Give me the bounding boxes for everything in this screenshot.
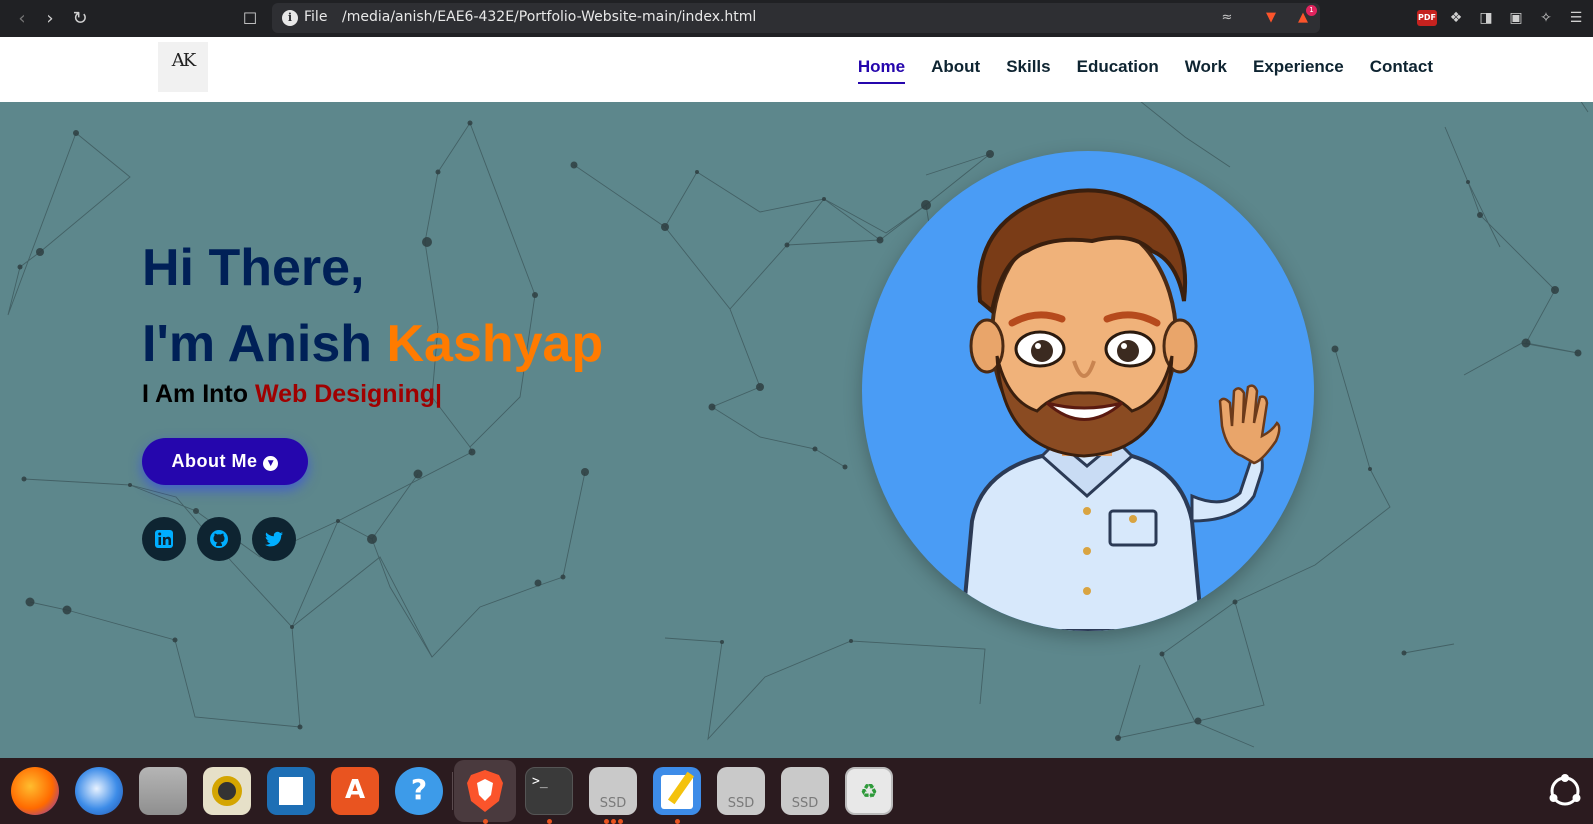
browser-toolbar: ‹ › ↻ ☐ i File /media/anish/EAE6-432E/Po… xyxy=(0,0,1593,37)
nav-menu: Home About Skills Education Work Experie… xyxy=(857,57,1433,84)
nav-link-home[interactable]: Home xyxy=(857,57,906,84)
info-icon[interactable]: i xyxy=(282,10,298,26)
about-me-label: About Me xyxy=(171,451,258,471)
address-bar[interactable]: i File /media/anish/EAE6-432E/Portfolio-… xyxy=(272,3,1320,33)
arrow-down-circle-icon: ▼ xyxy=(263,456,279,471)
logo-text: AK xyxy=(171,50,196,71)
github-button[interactable] xyxy=(197,517,241,561)
nav-link-skills[interactable]: Skills xyxy=(1006,57,1050,84)
linkedin-button[interactable] xyxy=(142,517,186,561)
hero-name: I'm Anish Kashyap xyxy=(142,306,603,382)
rhythmbox-icon[interactable] xyxy=(203,767,251,815)
nav-link-education[interactable]: Education xyxy=(1077,57,1159,84)
hero-name-prefix: I'm Anish xyxy=(142,315,387,373)
ssd-drive-icon[interactable]: SSD xyxy=(781,767,829,815)
bookmark-icon[interactable]: ☐ xyxy=(238,7,262,31)
hero-name-accent: Kashyap xyxy=(386,315,604,373)
hero-greeting: Hi There, xyxy=(142,239,365,297)
pdf-extension-icon[interactable]: PDF xyxy=(1417,10,1437,26)
nav-link-about[interactable]: About xyxy=(931,57,980,84)
site-navbar: AK Home About Skills Education Work Expe… xyxy=(0,37,1593,102)
help-icon[interactable]: ? xyxy=(395,767,443,815)
text-editor-icon[interactable] xyxy=(653,767,701,815)
running-indicator xyxy=(611,819,616,824)
reader-mode-icon[interactable]: ≈ xyxy=(1218,9,1236,27)
reload-icon[interactable]: ↻ xyxy=(68,7,92,31)
portfolio-page: AK Home About Skills Education Work Expe… xyxy=(0,37,1593,758)
leo-ai-icon[interactable]: ✧ xyxy=(1536,8,1556,28)
typed-text: Web Designing| xyxy=(254,380,443,408)
show-apps-icon[interactable] xyxy=(1541,767,1589,815)
nav-link-work[interactable]: Work xyxy=(1185,57,1227,84)
app-center-icon[interactable]: A xyxy=(331,767,379,815)
running-indicator xyxy=(604,819,609,824)
back-icon[interactable]: ‹ xyxy=(10,7,34,31)
trash-icon[interactable]: ♻ xyxy=(845,767,893,815)
running-indicator xyxy=(547,819,552,824)
bitmoji-avatar xyxy=(959,188,1281,631)
hero-subtitle: I Am Into Web Designing| xyxy=(142,380,442,409)
libreoffice-writer-icon[interactable] xyxy=(267,767,315,815)
wallet-icon[interactable]: ▣ xyxy=(1506,8,1526,28)
brave-icon[interactable] xyxy=(461,767,509,815)
hero-heading: Hi There, I'm Anish Kashyap xyxy=(142,230,603,382)
ssd-label: SSD xyxy=(599,796,627,811)
extensions-icon[interactable]: ❖ xyxy=(1446,8,1466,28)
forward-icon[interactable]: › xyxy=(38,7,62,31)
firefox-icon[interactable] xyxy=(11,767,59,815)
url-text[interactable]: /media/anish/EAE6-432E/Portfolio-Website… xyxy=(342,9,756,25)
twitter-icon xyxy=(265,531,283,547)
linkedin-icon xyxy=(155,530,173,548)
brave-shield-icon[interactable]: ▼ xyxy=(1262,9,1280,27)
site-logo[interactable]: AK xyxy=(158,42,208,92)
avatar-illustration xyxy=(862,151,1314,631)
menu-icon[interactable]: ☰ xyxy=(1566,8,1586,28)
hero-into-label: I Am Into xyxy=(142,380,255,408)
notification-badge: 1 xyxy=(1306,5,1317,16)
github-icon xyxy=(210,530,228,548)
terminal-icon[interactable]: >_ xyxy=(525,767,573,815)
thunderbird-icon[interactable] xyxy=(75,767,123,815)
ssd-drive-icon[interactable]: SSD xyxy=(717,767,765,815)
nav-link-experience[interactable]: Experience xyxy=(1253,57,1344,84)
sidebar-icon[interactable]: ◨ xyxy=(1476,8,1496,28)
running-indicator xyxy=(483,819,488,824)
ubuntu-dock: A ? >_ SSD SSD SSD ♻ xyxy=(0,758,1593,824)
ssd-label: SSD xyxy=(727,796,755,811)
ssd-label: SSD xyxy=(791,796,819,811)
ssd-drive-icon[interactable]: SSD xyxy=(589,767,637,815)
running-indicator xyxy=(675,819,680,824)
twitter-button[interactable] xyxy=(252,517,296,561)
about-me-button[interactable]: About Me ▼ xyxy=(142,438,308,485)
files-icon[interactable] xyxy=(139,767,187,815)
dock-separator xyxy=(452,772,453,810)
url-scheme: File xyxy=(304,9,328,25)
nav-link-contact[interactable]: Contact xyxy=(1370,57,1433,84)
running-indicator xyxy=(618,819,623,824)
